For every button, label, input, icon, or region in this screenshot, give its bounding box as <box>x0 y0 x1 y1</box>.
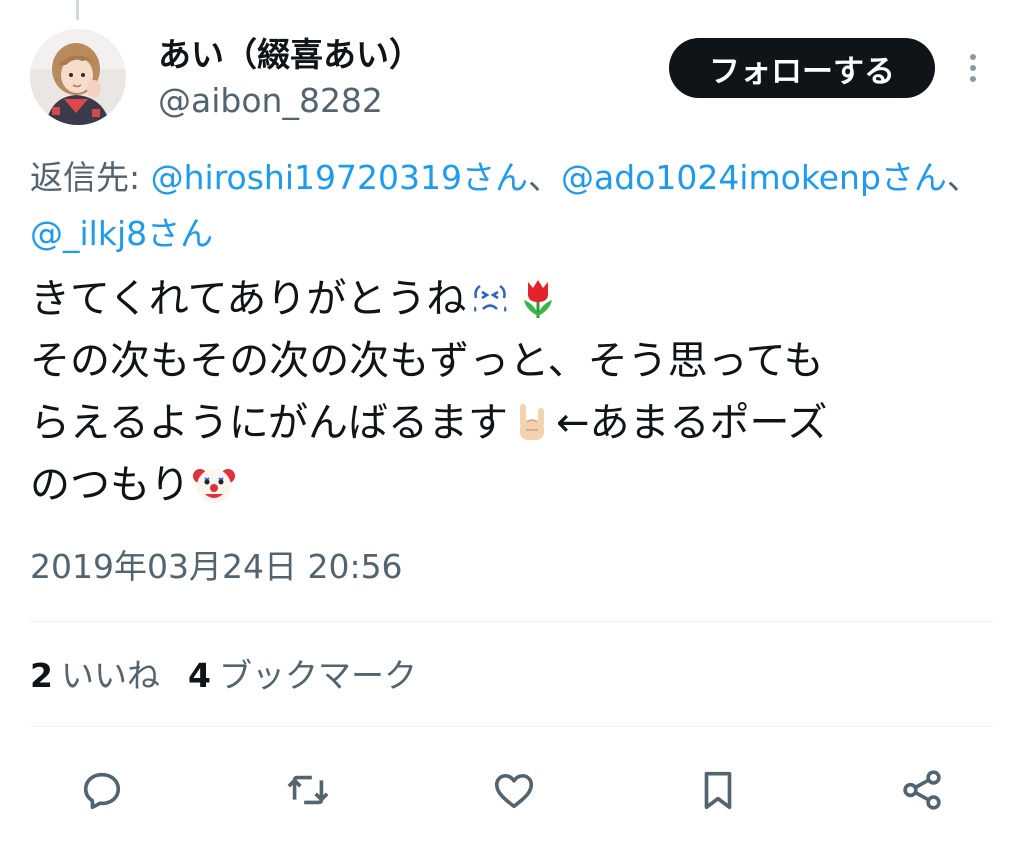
tweet-text: きてくれてありがとうね その次もその次の次もずっと、そう思っても らえるようにが… <box>30 268 1000 516</box>
mention-link[interactable]: @_ilkj8さん <box>30 214 213 253</box>
tweet-timestamp[interactable]: 2019年03月24日 20:56 <box>30 545 403 589</box>
retweet-icon <box>287 775 329 805</box>
likes-label: いいね <box>60 656 160 695</box>
likes-count: 2 <box>30 656 53 695</box>
bookmark-button[interactable] <box>692 764 744 816</box>
author-display-name[interactable]: あい（綴喜あい） <box>158 34 422 76</box>
tulip-emoji <box>524 280 553 318</box>
tweet-stats: 2 いいね 4 ブックマーク <box>30 652 417 700</box>
divider <box>30 621 994 622</box>
share-icon <box>903 770 941 810</box>
like-icon <box>494 773 534 809</box>
mention-link[interactable]: @ado1024imokenpさん <box>561 158 947 197</box>
mention-separator: 、 <box>527 158 561 197</box>
author-handle[interactable]: @aibon_8282 <box>158 80 383 122</box>
tweet-line: きてくれてありがとうね <box>30 268 1000 330</box>
avatar-image <box>30 29 126 125</box>
like-button[interactable] <box>488 764 540 816</box>
mention-separator: 、 <box>946 158 980 197</box>
reply-icon <box>83 772 121 810</box>
bookmarks-stat[interactable]: 4 ブックマーク <box>188 652 417 700</box>
bookmarks-count: 4 <box>187 656 211 695</box>
sweat-emoji <box>474 284 507 312</box>
avatar[interactable] <box>30 29 126 125</box>
bookmarks-label: ブックマーク <box>218 656 417 695</box>
tweet-line: らえるようにがんばるます ←あまるポーズ <box>30 392 1000 454</box>
tweet-text-segment: ←あまるポーズ <box>556 400 828 446</box>
clown-emoji <box>193 469 235 503</box>
tweet-text-segment: きてくれてありがとうね <box>30 276 467 322</box>
thread-connector-line <box>76 0 79 20</box>
tweet-line: その次もその次の次もずっと、そう思っても <box>30 338 824 384</box>
reply-to-context: 返信先: @hiroshi19720319さん、@ado1024imokenpさ… <box>30 150 1000 262</box>
tweet-text-segment: らえるようにがんばるます <box>30 400 508 446</box>
vertical-ellipsis-icon <box>970 54 976 82</box>
retweet-button[interactable] <box>282 764 334 816</box>
follow-button[interactable]: フォローする <box>669 38 935 98</box>
sign-of-horns-emoji <box>520 404 544 440</box>
tweet-text-segment: のつもり <box>30 462 190 508</box>
reply-to-prefix: 返信先: <box>30 158 151 197</box>
more-options-button[interactable] <box>958 46 988 90</box>
share-button[interactable] <box>896 764 948 816</box>
mention-link[interactable]: @hiroshi19720319さん <box>151 158 528 197</box>
tweet-line: のつもり <box>30 454 1000 516</box>
reply-button[interactable] <box>76 764 128 816</box>
tweet-detail: あい（綴喜あい） @aibon_8282 フォローする 返信先: @hirosh… <box>0 0 1024 846</box>
likes-stat[interactable]: 2 いいね <box>30 652 160 700</box>
divider <box>30 726 994 727</box>
bookmark-icon <box>704 771 732 810</box>
